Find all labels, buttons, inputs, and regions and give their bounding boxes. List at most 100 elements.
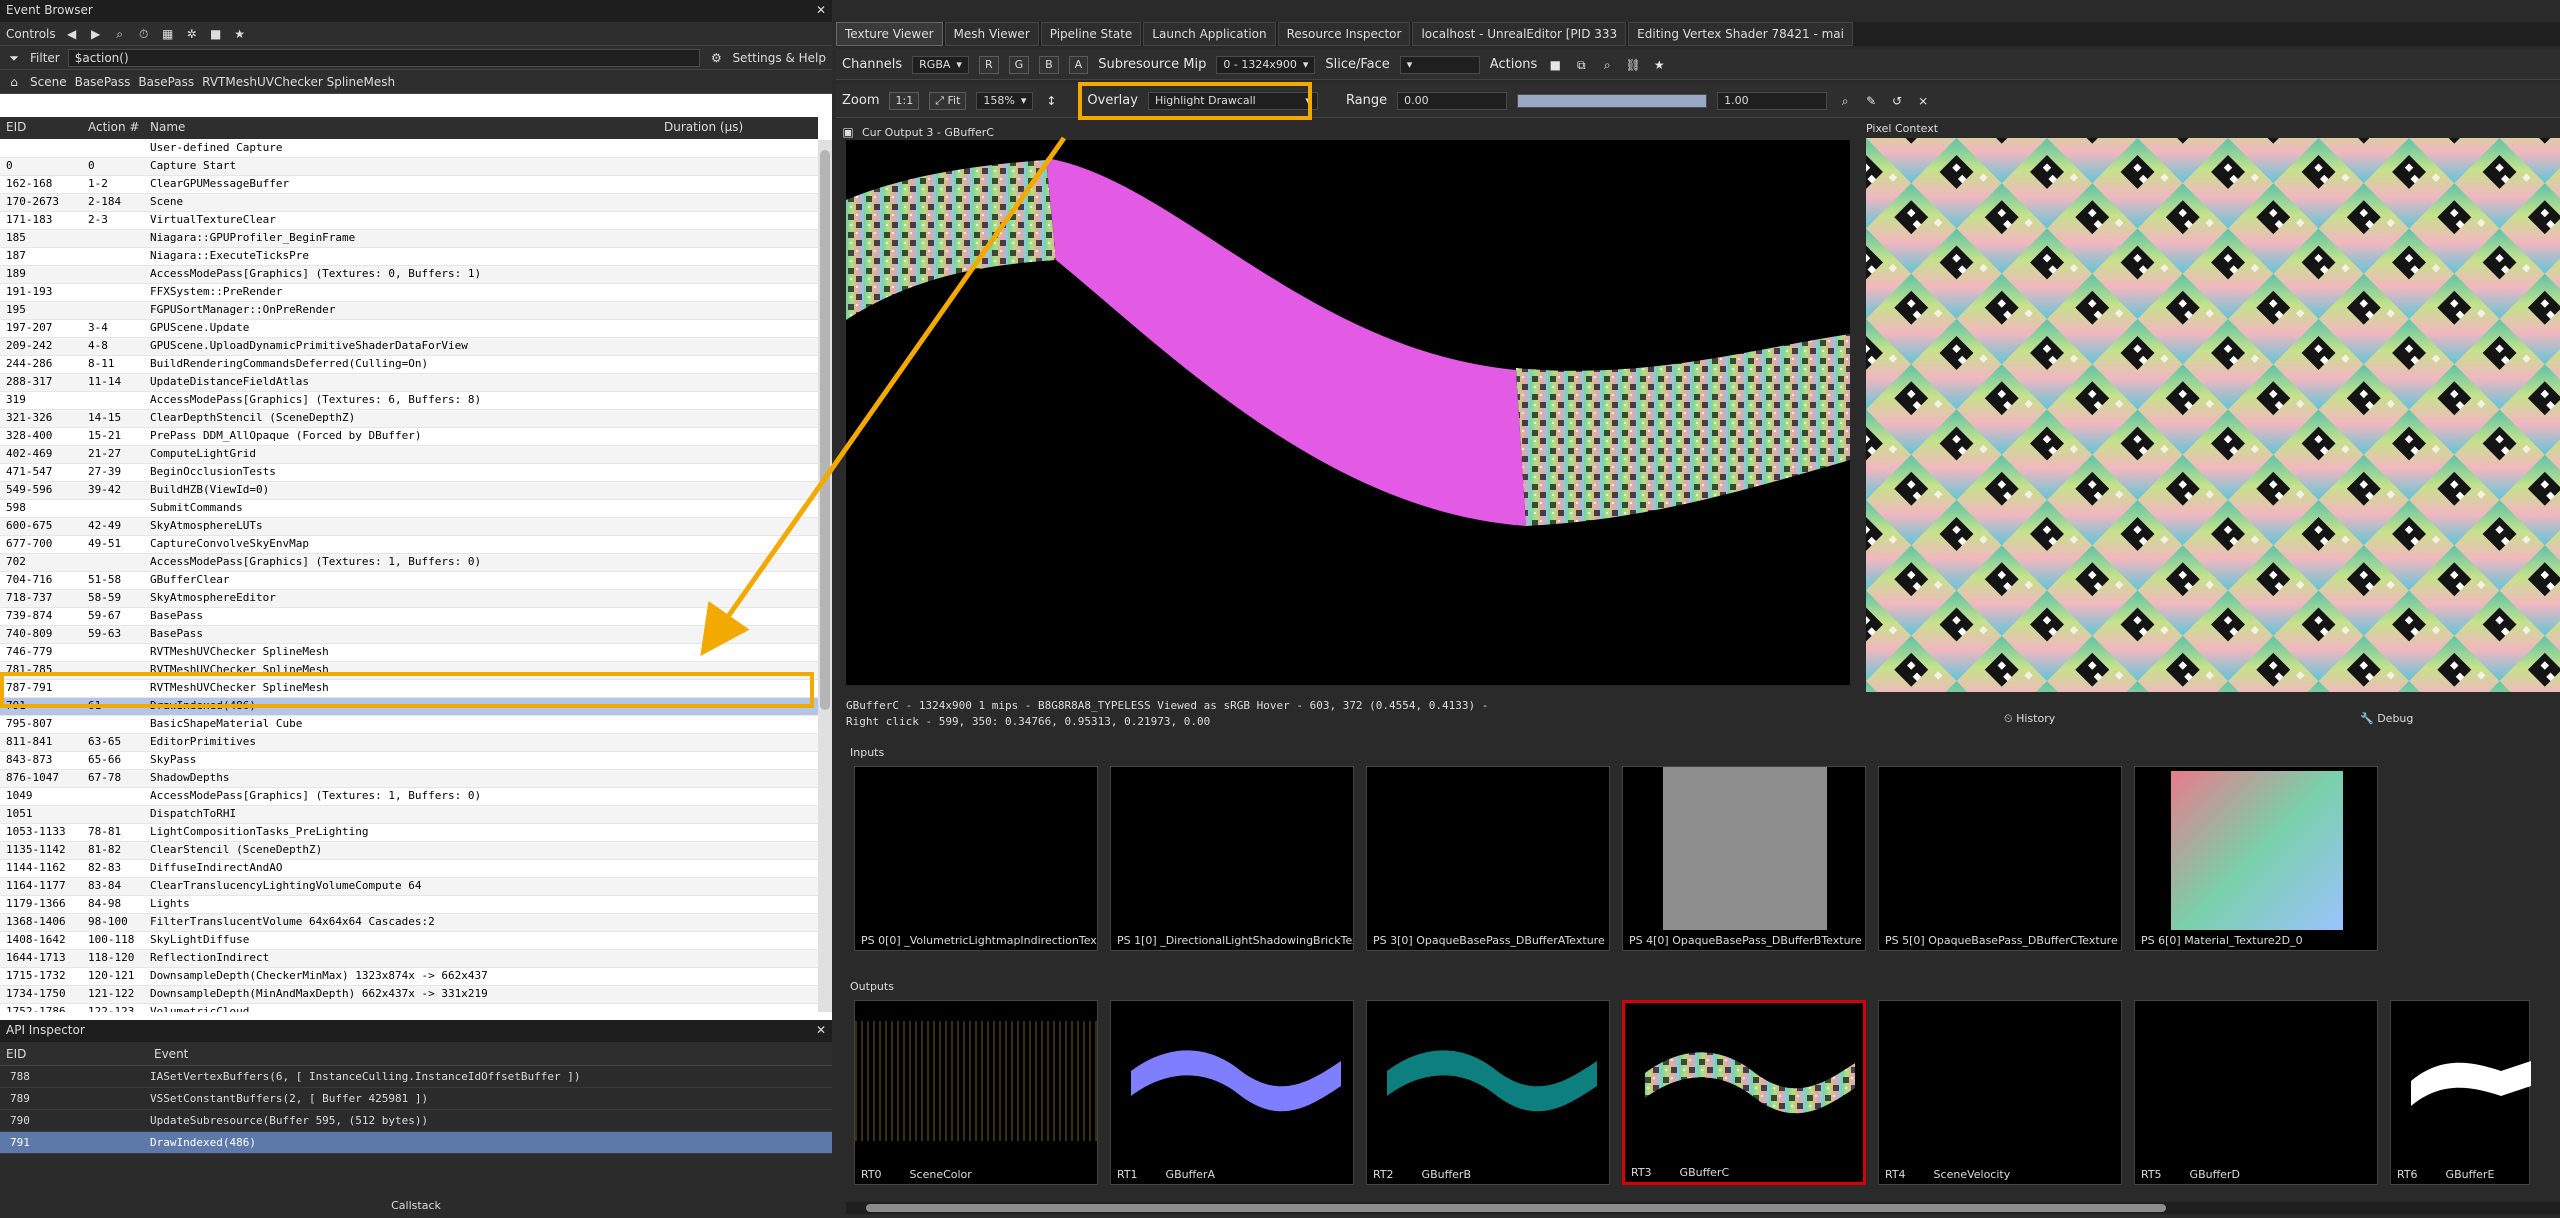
event-row[interactable]: User-defined Capture (0, 140, 818, 158)
home-icon[interactable]: ⌂ (6, 74, 22, 90)
input-thumb-3[interactable]: PS 4[0] OpaqueBasePass_DBufferBTexture (1622, 766, 1866, 951)
input-thumb-2[interactable]: PS 3[0] OpaqueBasePass_DBufferATexture (1366, 766, 1610, 951)
event-row[interactable]: 187 Niagara::ExecuteTicksPre (0, 248, 818, 266)
event-row[interactable]: 600-675 42-49 SkyAtmosphereLUTs (0, 518, 818, 536)
timer-icon[interactable]: ⏱ (136, 26, 152, 42)
channel-r-button[interactable]: R (978, 55, 999, 74)
subresource-select[interactable]: 0 - 1324x900 ▾ (1216, 55, 1316, 74)
event-row[interactable]: 319 AccessModePass[Graphics] (Textures: 6… (0, 392, 818, 410)
channel-a-button[interactable]: A (1068, 55, 1089, 74)
event-row[interactable]: 1368-1406 98-100 FilterTranslucentVolume 6… (0, 914, 818, 932)
tab-pipeline-state[interactable]: Pipeline State (1040, 22, 1142, 46)
tab-launch-application[interactable]: Launch Application (1143, 22, 1276, 46)
filter-input[interactable]: $action() (67, 48, 701, 67)
api-row[interactable]: 789 VSSetConstantBuffers(2, [ Buffer 425… (0, 1088, 832, 1110)
event-row[interactable]: 677-700 49-51 CaptureConvolveSkyEnvMap (0, 536, 818, 554)
gear-icon[interactable]: ⚙ (708, 50, 724, 66)
input-thumb-5[interactable]: PS 6[0] Material_Texture2D_0 (2134, 766, 2378, 951)
output-thumb-rt2[interactable]: RT2 GBufferB (1366, 1000, 1610, 1185)
event-list[interactable]: User-defined Capture 0 0 Capture Start 162-1… (0, 140, 818, 1012)
event-row[interactable]: 197-207 3-4 GPUScene.Update (0, 320, 818, 338)
event-row[interactable]: 718-737 58-59 SkyAtmosphereEditor (0, 590, 818, 608)
tab-texture-viewer[interactable]: Texture Viewer (836, 22, 943, 46)
event-row[interactable]: 209-242 4-8 GPUScene.UploadDynamicPrimitiv… (0, 338, 818, 356)
event-row[interactable]: 0 0 Capture Start (0, 158, 818, 176)
event-row[interactable]: 328-400 15-21 PrePass DDM_AllOpaque (Force… (0, 428, 818, 446)
event-row[interactable]: 1135-1142 81-82 ClearStencil (SceneDepthZ) (0, 842, 818, 860)
output-thumb-rt0[interactable]: RT0 SceneColor (854, 1000, 1098, 1185)
input-thumb-4[interactable]: PS 5[0] OpaqueBasePass_DBufferCTexture (1878, 766, 2122, 951)
event-row[interactable]: 1164-1177 83-84 ClearTranslucencyLightingV… (0, 878, 818, 896)
event-row[interactable]: 288-317 11-14 UpdateDistanceFieldAtlas (0, 374, 818, 392)
save-icon[interactable]: ■ (1547, 57, 1563, 73)
event-row[interactable]: 1752-1786 122-123 VolumetricCloud (0, 1004, 818, 1012)
event-row[interactable]: 876-1047 67-78 ShadowDepths (0, 770, 818, 788)
col-name[interactable]: Name (150, 120, 185, 134)
event-row[interactable]: 1053-1133 78-81 LightCompositionTasks_PreL… (0, 824, 818, 842)
event-row[interactable]: 598 SubmitCommands (0, 500, 818, 518)
link-icon[interactable]: ⛓ (1625, 57, 1641, 73)
event-row[interactable]: 1144-1162 82-83 DiffuseIndirectAndAO (0, 860, 818, 878)
event-row[interactable]: 704-716 51-58 GBufferClear (0, 572, 818, 590)
event-row[interactable]: 1408-1642 100-118 SkyLightDiffuse (0, 932, 818, 950)
range-slider[interactable] (1517, 93, 1708, 108)
channel-b-button[interactable]: B (1039, 55, 1059, 74)
channel-g-button[interactable]: G (1008, 55, 1030, 74)
col-duration[interactable]: Duration (µs) (664, 120, 743, 134)
breadcrumb-basepass-1[interactable]: BasePass (75, 75, 131, 89)
texture-viewport[interactable] (846, 140, 1850, 685)
api-rows[interactable]: 788 IASetVertexBuffers(6, [ InstanceCull… (0, 1066, 832, 1154)
tab-resource-inspector[interactable]: Resource Inspector (1277, 22, 1411, 46)
event-row[interactable]: 162-168 1-2 ClearGPUMessageBuffer (0, 176, 818, 194)
outputs-scroll-thumb[interactable] (866, 1204, 2166, 1212)
col-eid[interactable]: EID (6, 120, 26, 134)
breadcrumb-basepass-2[interactable]: BasePass (138, 75, 194, 89)
breadcrumb-scene[interactable]: Scene (30, 75, 67, 89)
tab-mesh-viewer[interactable]: Mesh Viewer (944, 22, 1039, 46)
star-icon[interactable]: ★ (1651, 57, 1667, 73)
api-row[interactable]: 790 UpdateSubresource(Buffer 595, (512 b… (0, 1110, 832, 1132)
event-row[interactable]: 702 AccessModePass[Graphics] (Textures: 1… (0, 554, 818, 572)
breadcrumb-rvtmesh[interactable]: RVTMeshUVChecker SplineMesh (202, 75, 395, 89)
picker-icon[interactable]: ✎ (1863, 93, 1879, 109)
api-col-event[interactable]: Event (154, 1047, 188, 1061)
arrow-right-icon[interactable]: ▶ (88, 26, 104, 42)
close-icon[interactable]: ⨯ (1915, 93, 1931, 109)
close-icon[interactable]: ✕ (816, 3, 826, 19)
event-row[interactable]: 191-193 FFXSystem::PreRender (0, 284, 818, 302)
copy-icon[interactable]: ⧉ (1573, 57, 1589, 73)
undo-icon[interactable]: ↺ (1889, 93, 1905, 109)
zoom-1to1-button[interactable]: 1:1 (889, 91, 920, 110)
event-row[interactable]: 746-779 RVTMeshUVChecker SplineMesh (0, 644, 818, 662)
zoom-icon[interactable]: ⌕ (1837, 93, 1853, 109)
event-row[interactable]: 740-809 59-63 BasePass (0, 626, 818, 644)
event-list-scroll-thumb[interactable] (820, 150, 830, 710)
output-thumb-rt5[interactable]: RT5 GBufferD (2134, 1000, 2378, 1185)
range-max-input[interactable]: 1.00 (1717, 91, 1828, 110)
output-thumb-rt4[interactable]: RT4 SceneVelocity (1878, 1000, 2122, 1185)
outputs-scrollbar[interactable] (846, 1202, 2560, 1214)
debug-button[interactable]: 🔧 Debug (2360, 712, 2413, 725)
tab-localhost-unrealeditor[interactable]: localhost - UnrealEditor [PID 333 (1412, 22, 1627, 46)
zoom-fit-button[interactable]: ⤢ Fit (929, 91, 967, 110)
event-row[interactable]: 1715-1732 120-121 DownsampleDepth(CheckerM… (0, 968, 818, 986)
event-row[interactable]: 189 AccessModePass[Graphics] (Textures: 0… (0, 266, 818, 284)
event-row[interactable]: 1049 AccessModePass[Graphics] (Textures: … (0, 788, 818, 806)
event-row[interactable]: 195 FGPUSortManager::OnPreRender (0, 302, 818, 320)
event-row[interactable]: 795-807 BasicShapeMaterial Cube (0, 716, 818, 734)
flip-icon[interactable]: ↕ (1043, 93, 1059, 109)
close-icon[interactable]: ✕ (816, 1023, 826, 1039)
api-row[interactable]: 788 IASetVertexBuffers(6, [ InstanceCull… (0, 1066, 832, 1088)
event-row[interactable]: 185 Niagara::GPUProfiler_BeginFrame (0, 230, 818, 248)
event-row[interactable]: 402-469 21-27 ComputeLightGrid (0, 446, 818, 464)
tab-editing-vertex-shader[interactable]: Editing Vertex Shader 78421 - mai (1628, 22, 1853, 46)
event-row[interactable]: 549-596 39-42 BuildHZB(ViewId=0) (0, 482, 818, 500)
output-thumb-rt1[interactable]: RT1 GBufferA (1110, 1000, 1354, 1185)
history-button[interactable]: ⏲ History (2004, 712, 2055, 726)
gear-icon[interactable]: ✲ (184, 26, 200, 42)
input-thumb-1[interactable]: PS 1[0] _DirectionalLightShadowingBrickT… (1110, 766, 1354, 951)
pixel-context[interactable] (1866, 138, 2560, 692)
event-list-scrollbar[interactable] (818, 140, 832, 1012)
event-row[interactable]: 321-326 14-15 ClearDepthStencil (SceneDept… (0, 410, 818, 428)
event-row[interactable]: 811-841 63-65 EditorPrimitives (0, 734, 818, 752)
